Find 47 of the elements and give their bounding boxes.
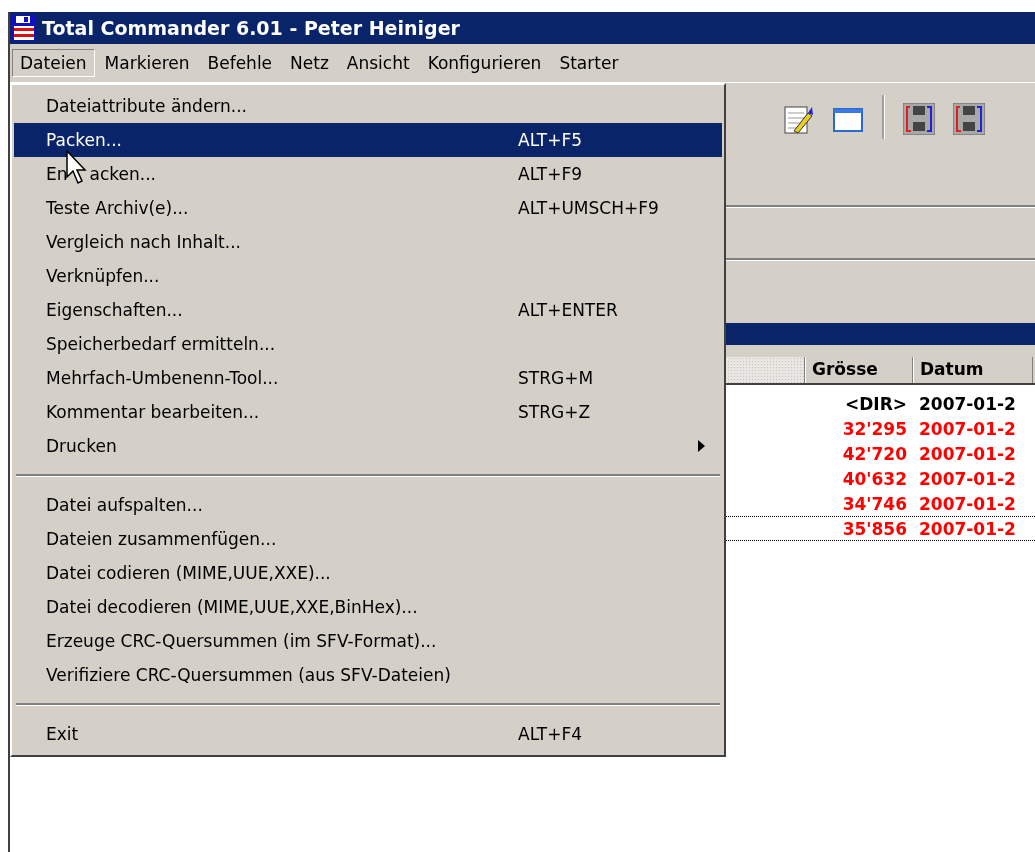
menu-bar-item[interactable]: Netz bbox=[282, 49, 337, 77]
file-date: 2007-01-2 bbox=[918, 443, 1017, 464]
file-size: 32'295 bbox=[841, 418, 907, 439]
menu-item[interactable]: Verifiziere CRC-Quersummen (aus SFV-Dateien) bbox=[14, 658, 722, 692]
file-size: 42'720 bbox=[841, 443, 907, 464]
floppy-icon bbox=[12, 15, 36, 41]
menu-bar-item[interactable]: Markieren bbox=[96, 49, 198, 77]
menu-item[interactable]: Dateien zusammenfügen... bbox=[14, 522, 722, 556]
submenu-arrow-icon bbox=[698, 440, 705, 452]
menu-item[interactable]: Verknüpfen... bbox=[14, 259, 722, 293]
menu-item[interactable]: Datei decodieren (MIME,UUE,XXE,BinHex)... bbox=[14, 590, 722, 624]
file-date: 2007-01-2 bbox=[918, 518, 1017, 539]
window-title: Total Commander 6.01 - Peter Heiniger bbox=[42, 17, 460, 39]
menu-item[interactable]: Exit ALT+F4 bbox=[14, 717, 722, 751]
menu-item[interactable]: Datei codieren (MIME,UUE,XXE)... bbox=[14, 556, 722, 590]
menu-item[interactable]: Dateiattribute ändern... bbox=[14, 89, 722, 123]
file-date: 2007-01-2 bbox=[918, 418, 1017, 439]
menu-bar-item[interactable]: Starter bbox=[551, 49, 627, 77]
network-swap-icon[interactable] bbox=[903, 103, 935, 135]
menu-item[interactable]: Eigenschaften... ALT+ENTER bbox=[14, 293, 722, 327]
menu-item[interactable]: Mehrfach-Umbenenn-Tool... STRG+M bbox=[14, 361, 722, 395]
menu-item[interactable]: Vergleich nach Inhalt... bbox=[14, 225, 722, 259]
file-date: 2007-01-2 bbox=[918, 468, 1017, 489]
file-size: <DIR> bbox=[844, 393, 907, 414]
menu-item[interactable]: Speicherbedarf ermitteln... bbox=[14, 327, 722, 361]
column-header[interactable]: Grösse bbox=[805, 357, 913, 383]
menu-bar-item[interactable]: Ansicht bbox=[338, 49, 418, 77]
file-date: 2007-01-2 bbox=[918, 393, 1017, 414]
menu-bar-item[interactable]: Konfigurieren bbox=[419, 49, 550, 77]
menu-item[interactable]: En acken... ALT+F9 bbox=[14, 157, 722, 191]
menu-item-text: acken... bbox=[89, 164, 156, 184]
file-size: 35'856 bbox=[841, 518, 907, 539]
file-size: 40'632 bbox=[841, 468, 907, 489]
menu-item[interactable]: Erzeuge CRC-Quersummen (im SFV-Format)... bbox=[14, 624, 722, 658]
menu-item[interactable]: Packen... ALT+F5 bbox=[14, 123, 722, 157]
menu-item[interactable]: Datei aufspalten... bbox=[14, 488, 722, 522]
menu-item[interactable]: Drucken bbox=[14, 429, 722, 463]
column-header[interactable]: Datum bbox=[913, 357, 1033, 383]
file-date: 2007-01-2 bbox=[918, 493, 1017, 514]
menu-item[interactable]: Teste Archiv(e)... ALT+UMSCH+F9 bbox=[14, 191, 722, 225]
menu-item[interactable]: Kommentar bearbeiten... STRG+Z bbox=[14, 395, 722, 429]
menu-bar-item[interactable]: Befehle bbox=[199, 49, 281, 77]
file-size: 34'746 bbox=[841, 493, 907, 514]
notepad-pencil-icon[interactable] bbox=[782, 103, 814, 135]
menu-bar-item[interactable]: Dateien bbox=[12, 49, 95, 77]
network-swap-icon[interactable] bbox=[953, 103, 985, 135]
menu-item-text: En bbox=[46, 164, 68, 184]
